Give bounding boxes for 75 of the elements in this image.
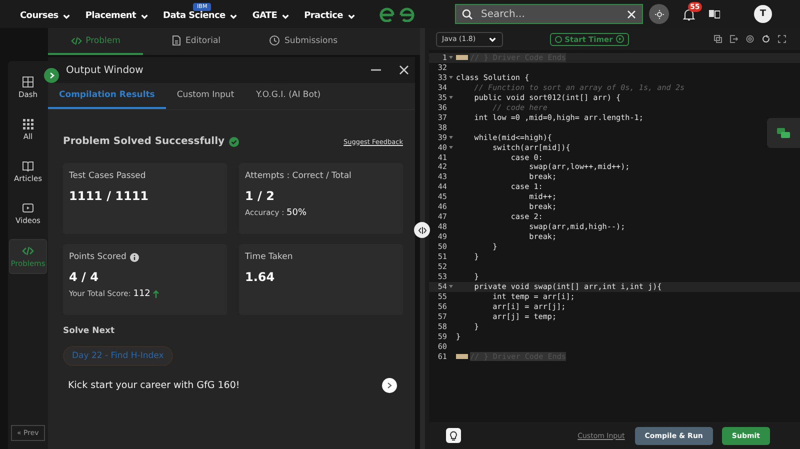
chevron-icon [346,12,356,20]
chevron-icon [140,12,150,20]
settings-icon[interactable] [746,35,754,43]
result-tab[interactable]: Y.O.G.I. (AI Bot) [245,83,332,109]
card-title: Points Scored [69,252,126,262]
logo-icon[interactable] [379,6,415,22]
code-icon [22,245,34,257]
window-title: Output Window [66,64,144,76]
fold-arrow-icon[interactable] [449,285,453,288]
nav-menu-item[interactable]: Data Science [163,11,238,21]
chevron-icon [229,12,238,20]
section-heading: Solve Next [63,326,116,336]
sun-icon [654,10,664,18]
info-icon[interactable] [130,252,140,262]
chevron-icon [488,34,497,44]
card-title: Test Cases Passed [69,171,146,181]
clock-icon [269,35,280,46]
nav-menu-item[interactable]: Placement [85,11,150,21]
fold-arrow-icon[interactable] [449,76,453,80]
result-tab[interactable]: Compilation Results [48,83,166,109]
chevron-right-icon [387,382,392,389]
resize-icon [418,226,426,234]
arrow-up-icon [153,290,160,298]
promo-text: Kick start your career with GfG 160! [67,380,241,391]
chevron-icon [281,12,290,20]
close-icon [399,65,409,75]
search-icon [462,8,473,20]
fold-arrow-icon[interactable] [449,56,453,60]
export-icon[interactable] [730,35,738,43]
card-value: 4 / 4 [69,270,100,284]
bell-icon[interactable] [683,8,695,20]
copy-icon[interactable] [714,35,722,43]
lightbulb-icon [449,430,458,440]
next-button[interactable] [382,378,397,393]
problem-tab[interactable]: Editorial [143,28,250,55]
close-icon[interactable] [627,10,636,18]
chevron-right-icon [48,72,54,79]
card-value: 1111 / 1111 [69,189,150,203]
dashboard-icon [22,76,34,88]
fold-marker[interactable] [456,354,468,360]
fold-arrow-icon[interactable] [449,96,453,100]
code-icon [70,36,82,46]
hint-button[interactable] [446,428,461,443]
card-title: Attempts : Correct / Total [245,171,352,181]
translate-icon[interactable] [709,9,720,19]
fullscreen-icon[interactable] [778,35,786,43]
card-value: 1 / 2 [245,189,276,203]
minimize-icon [371,69,381,71]
fold-arrow-icon[interactable] [449,136,453,140]
card-value: 1.64 [245,270,276,284]
fold-marker[interactable] [456,55,468,60]
book-icon [22,160,34,172]
video-icon [22,202,34,214]
card-title: Time Taken [245,252,293,262]
chat-icon [777,128,790,138]
status-heading: Problem Solved Successfully [63,136,225,147]
problem-tab[interactable]: Submissions [250,28,357,55]
nav-menu-item[interactable]: Practice [304,11,356,21]
timer-icon [554,36,562,42]
reset-icon[interactable] [762,35,770,43]
check-circle-icon [228,136,239,146]
problem-tab[interactable]: Problem [48,28,143,55]
result-tab[interactable]: Custom Input [166,83,246,109]
grid-icon [22,118,34,130]
search-field[interactable]: Search... [455,4,643,24]
search-input[interactable]: Search... [479,8,621,20]
chevron-icon [62,12,72,20]
nav-menu-item[interactable]: GATE [252,11,290,21]
document-icon [172,35,182,46]
chat-button[interactable] [767,118,800,148]
user-avatar[interactable]: T [754,5,772,23]
nav-menu-item[interactable]: Courses [20,11,72,21]
play-icon [616,35,624,43]
theme-toggle-button[interactable] [649,4,669,24]
fold-arrow-icon[interactable] [449,146,453,150]
